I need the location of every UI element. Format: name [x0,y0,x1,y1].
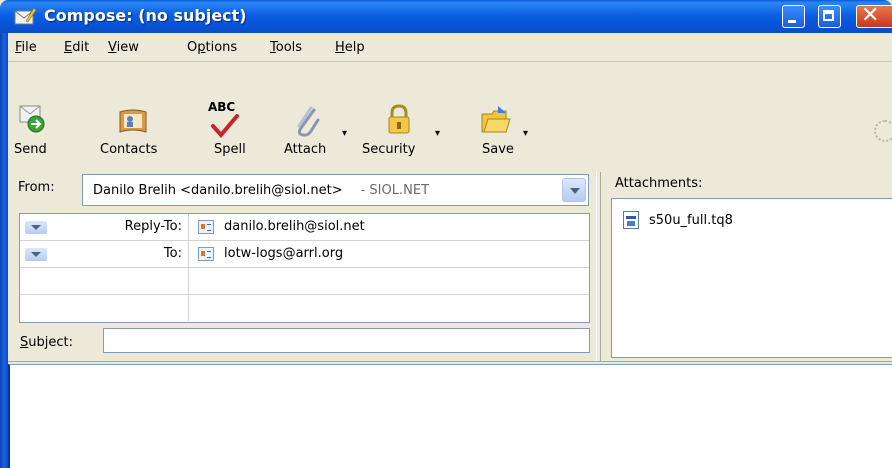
recipient-type-cell[interactable]: Reply-To: [20,214,189,240]
recipient-type-cell[interactable] [20,295,189,321]
send-button[interactable]: Send [8,64,68,164]
minimize-button[interactable] [782,5,805,28]
attachments-label: Attachments: [615,176,703,191]
security-dropdown-icon[interactable]: ▾ [435,128,440,139]
address-card-icon [198,220,214,234]
recipient-type-dropdown-icon[interactable] [25,248,47,261]
menu-view-label: iew [116,40,139,55]
recipient-type-label: Reply-To: [124,219,182,234]
recipient-list: Reply-To: danilo.brelih@siol.net To: lot… [19,213,590,323]
menu-edit-label: dit [72,40,90,55]
spell-label: Spell [214,142,246,157]
send-icon [19,105,45,133]
from-select[interactable]: Danilo Brelih <danilo.brelih@siol.net> - … [82,174,589,206]
security-icon [388,104,410,134]
menu-tools-label: ools [275,40,303,55]
save-button[interactable]: ▾ Save [468,64,538,164]
file-icon [623,211,639,229]
attach-icon [297,106,320,137]
menu-help[interactable]: Help [335,40,365,55]
menu-help-label: elp [344,40,365,55]
title-bar[interactable]: Compose: (no subject) ✕ [0,0,892,33]
message-body-editor[interactable] [8,364,892,468]
recipient-row[interactable]: Reply-To: danilo.brelih@siol.net [20,214,589,241]
recipient-type-cell[interactable] [20,268,189,294]
menu-bar: File Edit View Options Tools Help [8,34,892,62]
from-dropdown-icon[interactable] [562,178,586,202]
menu-file[interactable]: File [15,40,37,55]
recipient-type-cell[interactable]: To: [20,241,189,267]
spell-button[interactable]: ABC Spell [196,64,256,164]
menu-view[interactable]: View [108,40,139,55]
attach-dropdown-icon[interactable]: ▾ [342,128,347,139]
attach-button[interactable]: ▾ Attach [276,64,356,164]
contacts-icon [119,109,147,133]
menu-tools[interactable]: Tools [270,40,302,55]
spell-icon [211,114,239,138]
security-label: Security [362,142,416,157]
attachments-list[interactable]: s50u_full.tq8 [611,198,892,358]
recipient-type-label: To: [163,246,182,261]
save-icon [481,106,511,133]
recipient-address[interactable]: danilo.brelih@siol.net [224,219,365,234]
subject-label-text: ubject: [28,335,73,350]
from-value: Danilo Brelih <danilo.brelih@siol.net> - … [93,183,429,198]
close-icon: ✕ [861,3,880,28]
subject-input[interactable] [103,328,590,353]
address-card-icon [198,247,214,261]
from-account: - SIOL.NET [360,183,430,198]
menu-options[interactable]: Options [187,40,237,55]
recipient-type-dropdown-icon[interactable] [25,221,47,234]
recipient-row-empty[interactable] [20,268,589,295]
toolbar: Send Contacts ABC Spell ▾ Attach ▾ Secur… [8,62,892,172]
attachment-name: s50u_full.tq8 [649,213,733,228]
window-left-frame [0,33,8,468]
activity-throbber-icon [874,120,892,142]
security-button[interactable]: ▾ Security [358,64,448,164]
maximize-button[interactable] [818,5,841,28]
pane-splitter[interactable] [596,172,601,362]
recipient-row-empty[interactable] [20,295,589,322]
compose-app-icon [14,7,36,25]
menu-edit[interactable]: Edit [64,40,89,55]
send-label: Send [14,142,47,157]
menu-file-label: ile [21,40,37,55]
contacts-button[interactable]: Contacts [94,64,174,164]
from-label: From: [18,180,55,195]
save-dropdown-icon[interactable]: ▾ [523,128,528,139]
from-identity: Danilo Brelih <danilo.brelih@siol.net> [93,183,343,198]
menu-options-label: tions [205,40,238,55]
recipient-row[interactable]: To: lotw-logs@arrl.org [20,241,589,268]
save-label: Save [482,142,514,157]
spell-glyph: ABC [208,100,236,114]
contacts-label: Contacts [100,142,158,157]
attach-label: Attach [284,142,327,157]
subject-label: Subject: [20,335,73,350]
recipient-address[interactable]: lotw-logs@arrl.org [224,246,343,261]
close-button[interactable]: ✕ [856,3,892,28]
window-title: Compose: (no subject) [44,6,247,25]
